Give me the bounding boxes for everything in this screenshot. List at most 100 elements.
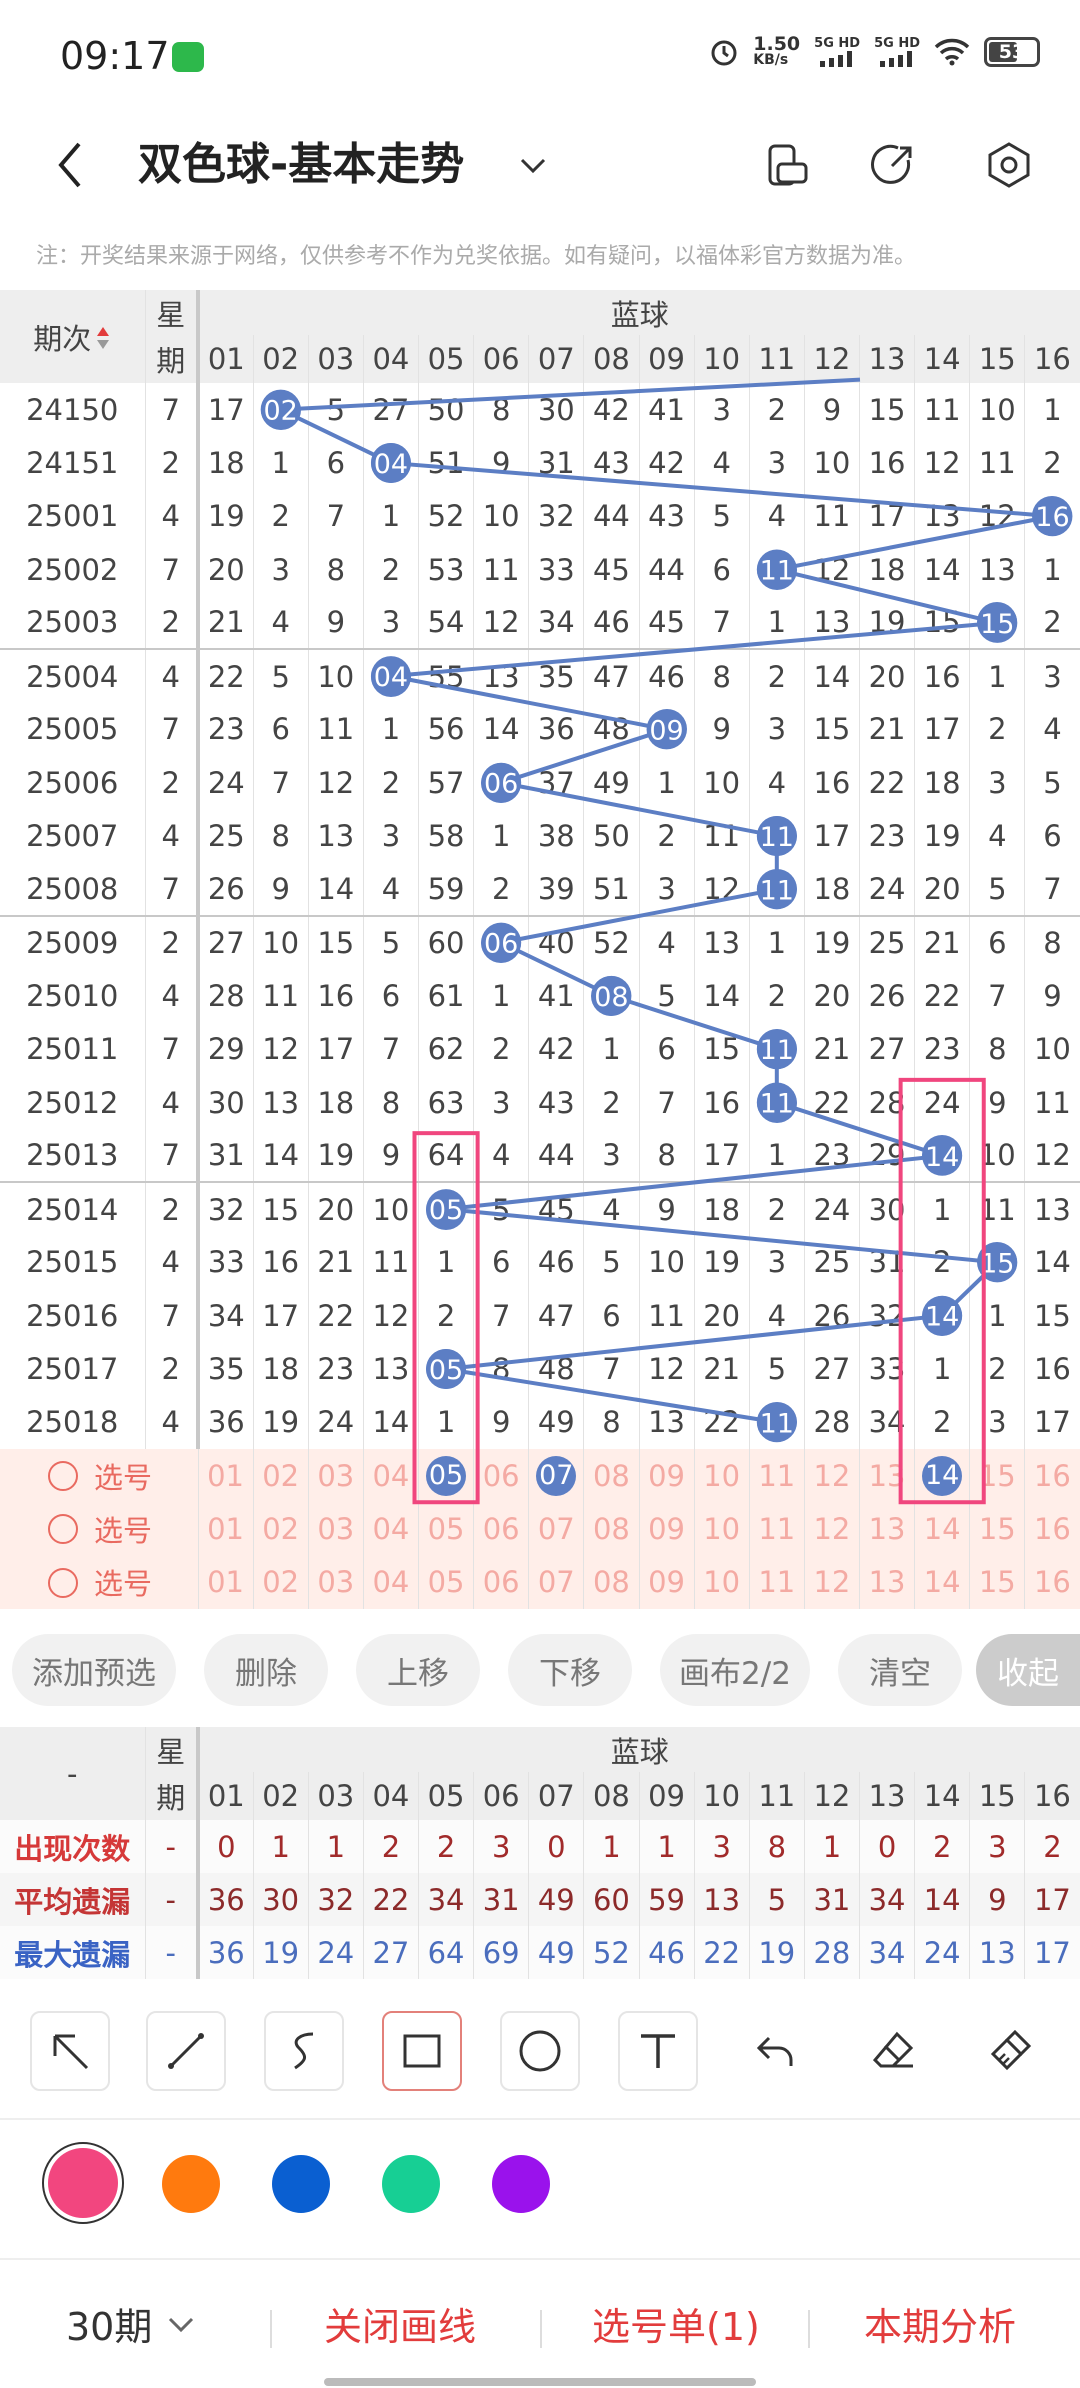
pick-number-cell[interactable]: 08 xyxy=(583,1502,640,1556)
pick-number-cell[interactable]: 12 xyxy=(804,1448,861,1503)
pick-number-cell-selected[interactable]: 14 xyxy=(914,1448,971,1503)
freehand-tool[interactable] xyxy=(264,2011,344,2091)
pick-number-cell[interactable]: 09 xyxy=(639,1448,695,1503)
pick-number-cell[interactable]: 08 xyxy=(583,1448,640,1503)
period-analysis-button[interactable]: 本期分析 xyxy=(864,2296,1016,2351)
radio-circle-icon[interactable] xyxy=(48,1567,78,1598)
pick-number-cell[interactable]: 08 xyxy=(583,1555,640,1609)
period-cell: 25017 xyxy=(0,1342,146,1396)
pick-number-cell[interactable]: 12 xyxy=(804,1555,861,1609)
pick-number-cell[interactable]: 15 xyxy=(969,1555,1026,1609)
pick-number-cell[interactable]: 10 xyxy=(694,1555,750,1609)
pick-number-cell[interactable]: 14 xyxy=(914,1555,971,1609)
pick-number-cell[interactable]: 12 xyxy=(804,1502,861,1556)
landscape-button[interactable] xyxy=(754,132,820,198)
move-down-button[interactable]: 下移 xyxy=(508,1634,632,1706)
pick-number-cell[interactable]: 11 xyxy=(749,1502,805,1556)
pick-number-cell[interactable]: 11 xyxy=(749,1448,805,1503)
pick-number-cell[interactable]: 10 xyxy=(694,1448,750,1503)
stats-value-cell: 9 xyxy=(969,1873,1026,1926)
pick-number-cell-selected[interactable]: 07 xyxy=(528,1448,585,1503)
add-preselect-button[interactable]: 添加预选 xyxy=(12,1634,176,1706)
weekday-cell: 7 xyxy=(145,1022,200,1076)
pick-row-toggle[interactable]: 选号 xyxy=(0,1448,199,1503)
pick-number-cell[interactable]: 06 xyxy=(473,1555,530,1609)
pick-number-cell[interactable]: 02 xyxy=(253,1555,309,1609)
clear-brush-tool[interactable] xyxy=(970,2011,1050,2091)
close-drawing-button[interactable]: 关闭画线 xyxy=(324,2296,476,2351)
pick-number-cell[interactable]: 05 xyxy=(418,1555,475,1609)
pick-row-toggle[interactable]: 选号 xyxy=(0,1555,199,1609)
pick-number-cell[interactable]: 09 xyxy=(639,1555,695,1609)
clear-button[interactable]: 清空 xyxy=(838,1634,962,1706)
radio-circle-icon[interactable] xyxy=(48,1460,78,1491)
pick-number-cell[interactable]: 01 xyxy=(198,1448,254,1503)
home-indicator[interactable] xyxy=(324,2378,756,2386)
title-dropdown[interactable] xyxy=(508,140,558,190)
pick-number-cell[interactable]: 13 xyxy=(859,1502,916,1556)
omission-cell: 13 xyxy=(804,596,861,650)
pick-number-cell[interactable]: 01 xyxy=(198,1502,254,1556)
share-button[interactable] xyxy=(860,132,926,198)
delete-button[interactable]: 删除 xyxy=(204,1634,328,1706)
blue-ball: 06 xyxy=(481,923,522,964)
pick-number-cell[interactable]: 10 xyxy=(694,1502,750,1556)
pick-number-cell[interactable]: 13 xyxy=(859,1555,916,1609)
omission-cell: 3 xyxy=(694,383,750,437)
pick-number-cell[interactable]: 07 xyxy=(528,1555,585,1609)
period-selector[interactable]: 30期 xyxy=(66,2296,196,2351)
omission-cell: 9 xyxy=(363,1129,420,1183)
period-cell: 25014 xyxy=(0,1181,146,1236)
color-swatch-orange[interactable] xyxy=(162,2155,220,2213)
omission-cell: 10 xyxy=(804,436,861,490)
omission-cell: 1 xyxy=(418,1395,475,1449)
pick-number-cell[interactable]: 02 xyxy=(253,1448,309,1503)
omission-cell: 14 xyxy=(308,862,364,916)
undo-tool[interactable] xyxy=(736,2011,816,2091)
trend-grid[interactable]: 期次星蓝球期 01 02 03 04 05 06 07 08 09 10 11 12 13 14 15 16 24… xyxy=(0,290,1080,1622)
rectangle-tool[interactable] xyxy=(382,2011,462,2091)
pick-number-cell[interactable]: 07 xyxy=(528,1502,585,1556)
arrow-tool[interactable] xyxy=(30,2011,110,2091)
rectangle-icon xyxy=(403,2034,441,2068)
text-tool[interactable] xyxy=(618,2011,698,2091)
pick-number-cell[interactable]: 04 xyxy=(363,1448,420,1503)
color-swatch-purple[interactable] xyxy=(492,2155,550,2213)
pick-number-cell[interactable]: 15 xyxy=(969,1448,1026,1503)
pick-number-cell[interactable]: 01 xyxy=(198,1555,254,1609)
pick-number-cell[interactable]: 05 xyxy=(418,1502,475,1556)
move-up-button[interactable]: 上移 xyxy=(356,1634,480,1706)
battery-icon: 53 xyxy=(984,37,1040,67)
pick-number-cell[interactable]: 03 xyxy=(308,1502,364,1556)
pick-number-cell[interactable]: 16 xyxy=(1024,1448,1080,1503)
pick-number-cell[interactable]: 06 xyxy=(473,1448,530,1503)
pick-number-cell[interactable]: 14 xyxy=(914,1502,971,1556)
color-swatch-pink-selected[interactable] xyxy=(42,2142,124,2224)
pick-list-button[interactable]: 选号单(1) xyxy=(592,2296,760,2351)
pick-number-cell[interactable]: 04 xyxy=(363,1502,420,1556)
color-swatch-blue[interactable] xyxy=(272,2155,330,2213)
pick-number-cell[interactable]: 16 xyxy=(1024,1555,1080,1609)
circle-tool[interactable] xyxy=(500,2011,580,2091)
pick-number-cell[interactable]: 03 xyxy=(308,1555,364,1609)
collapse-button[interactable]: 收起 xyxy=(976,1634,1080,1706)
pick-number-cell[interactable]: 04 xyxy=(363,1555,420,1609)
pick-row-toggle[interactable]: 选号 xyxy=(0,1502,199,1556)
back-button[interactable] xyxy=(40,130,100,200)
pick-number-cell[interactable]: 06 xyxy=(473,1502,530,1556)
pick-number-cell-selected[interactable]: 05 xyxy=(418,1448,475,1503)
period-column-header[interactable]: 期次 xyxy=(0,290,146,383)
settings-button[interactable] xyxy=(976,132,1042,198)
stats-value-cell: 8 xyxy=(749,1820,805,1873)
color-swatch-green[interactable] xyxy=(382,2155,440,2213)
pick-number-cell[interactable]: 11 xyxy=(749,1555,805,1609)
pick-number-cell[interactable]: 16 xyxy=(1024,1502,1080,1556)
pick-number-cell[interactable]: 03 xyxy=(308,1448,364,1503)
pick-number-cell[interactable]: 15 xyxy=(969,1502,1026,1556)
pick-number-cell[interactable]: 02 xyxy=(253,1502,309,1556)
pick-number-cell[interactable]: 09 xyxy=(639,1502,695,1556)
line-tool[interactable] xyxy=(146,2011,226,2091)
pick-number-cell[interactable]: 13 xyxy=(859,1448,916,1503)
canvas-page-button[interactable]: 画布2/2 xyxy=(660,1634,810,1706)
eraser-tool[interactable] xyxy=(854,2011,934,2091)
